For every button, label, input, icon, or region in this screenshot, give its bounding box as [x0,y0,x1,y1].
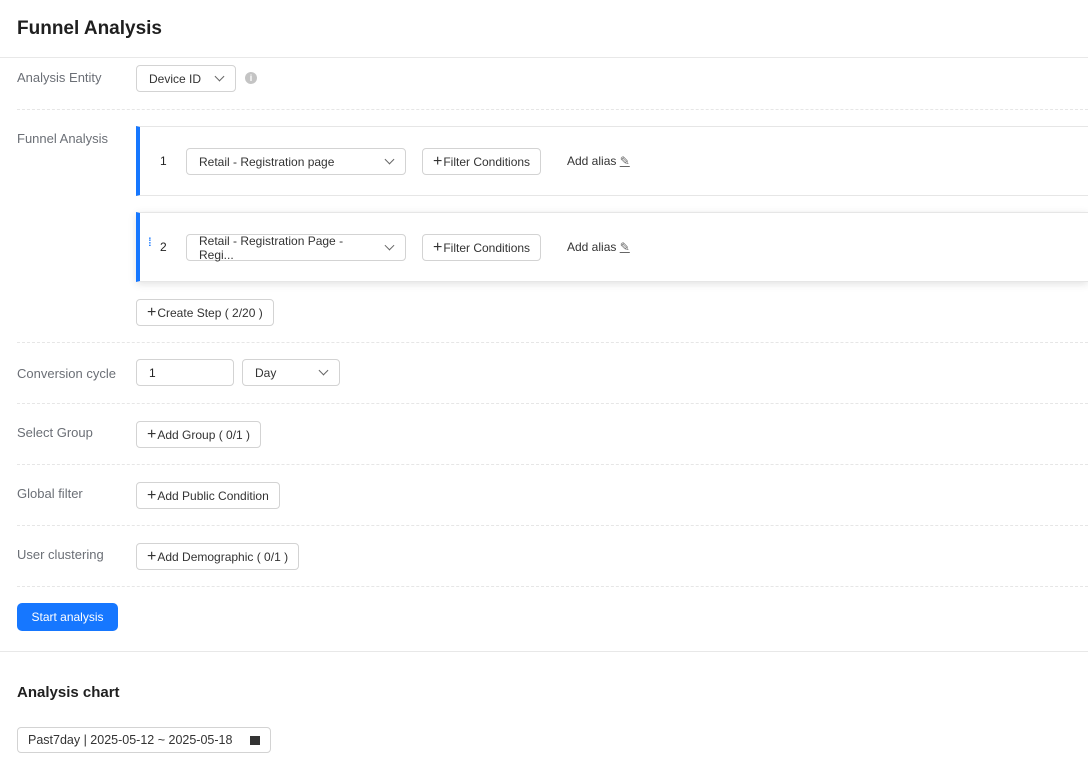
select-value: Device ID [149,71,202,86]
plus-icon: + [147,303,157,321]
add-public-condition-button[interactable]: + Add Public Condition [136,482,280,509]
conversion-cycle-input[interactable]: 1 [136,359,234,386]
step-event-select[interactable]: Retail - Registration page [186,148,406,175]
add-group-button[interactable]: + Add Group ( 0/1 ) [136,421,262,448]
page-title: Funnel Analysis [17,18,162,39]
pencil-icon: ✎ [619,240,630,254]
button-label: Filter Conditions [443,154,531,169]
button-label: Add Demographic ( 0/1 ) [157,549,289,564]
analysis-entity-select[interactable]: Device ID [136,65,236,92]
analysis-entity-label: Analysis Entity [17,70,102,85]
info-icon[interactable]: i [245,72,257,84]
chevron-down-icon [384,240,395,251]
button-label: Add Public Condition [157,488,269,503]
filter-conditions-button[interactable]: + Filter Conditions [422,148,542,175]
user-clustering-label: User clustering [17,547,104,562]
step-number: 2 [160,240,167,254]
drag-handle-icon[interactable]: ⁞⁞ [148,236,151,248]
add-alias-link[interactable]: Add alias ✎ [567,154,630,168]
button-label: Create Step ( 2/20 ) [157,305,263,320]
funnel-analysis-label: Funnel Analysis [17,131,109,146]
date-range-picker[interactable]: Past7day | 2025-05-12 ~ 2025-05-18 [17,727,271,753]
plus-icon: + [147,547,157,565]
divider [17,403,1088,404]
chevron-down-icon [384,154,395,165]
step-event-select[interactable]: Retail - Registration Page - Regi... [186,233,406,262]
add-alias-link[interactable]: Add alias ✎ [567,240,630,254]
conversion-cycle-label: Conversion cycle [17,366,116,381]
create-step-button[interactable]: + Create Step ( 2/20 ) [136,299,274,326]
calendar-icon [250,735,260,745]
plus-icon: + [433,152,443,170]
divider [0,651,1088,652]
analysis-chart-title: Analysis chart [17,684,120,701]
divider [17,586,1088,587]
select-value: Retail - Registration page [199,154,335,169]
conversion-unit-select[interactable]: Day [242,359,340,386]
plus-icon: + [433,238,443,256]
alias-label: Add alias [567,154,617,168]
button-label: Filter Conditions [443,240,531,255]
funnel-step-2: ⁞⁞ 2 Retail - Registration Page - Regi..… [136,212,1088,282]
select-value: Day [255,365,277,380]
date-range-value: Past7day | 2025-05-12 ~ 2025-05-18 [28,733,233,747]
funnel-step-1: 1 Retail - Registration page + Filter Con… [136,126,1088,196]
divider [0,57,1088,58]
add-demographic-button[interactable]: + Add Demographic ( 0/1 ) [136,543,300,570]
filter-conditions-button[interactable]: + Filter Conditions [422,234,542,261]
global-filter-label: Global filter [17,486,83,501]
start-analysis-button[interactable]: Start analysis [17,603,118,631]
divider [17,342,1088,343]
plus-icon: + [147,486,157,504]
alias-label: Add alias [567,240,617,254]
divider [17,109,1088,110]
step-number: 1 [160,154,167,168]
divider [17,525,1088,526]
pencil-icon: ✎ [619,154,630,168]
chevron-down-icon [318,365,329,376]
divider [17,464,1088,465]
chevron-down-icon [214,71,225,82]
plus-icon: + [147,425,157,443]
button-label: Add Group ( 0/1 ) [157,427,251,442]
select-value: Retail - Registration Page - Regi... [199,233,344,262]
select-group-label: Select Group [17,425,93,440]
